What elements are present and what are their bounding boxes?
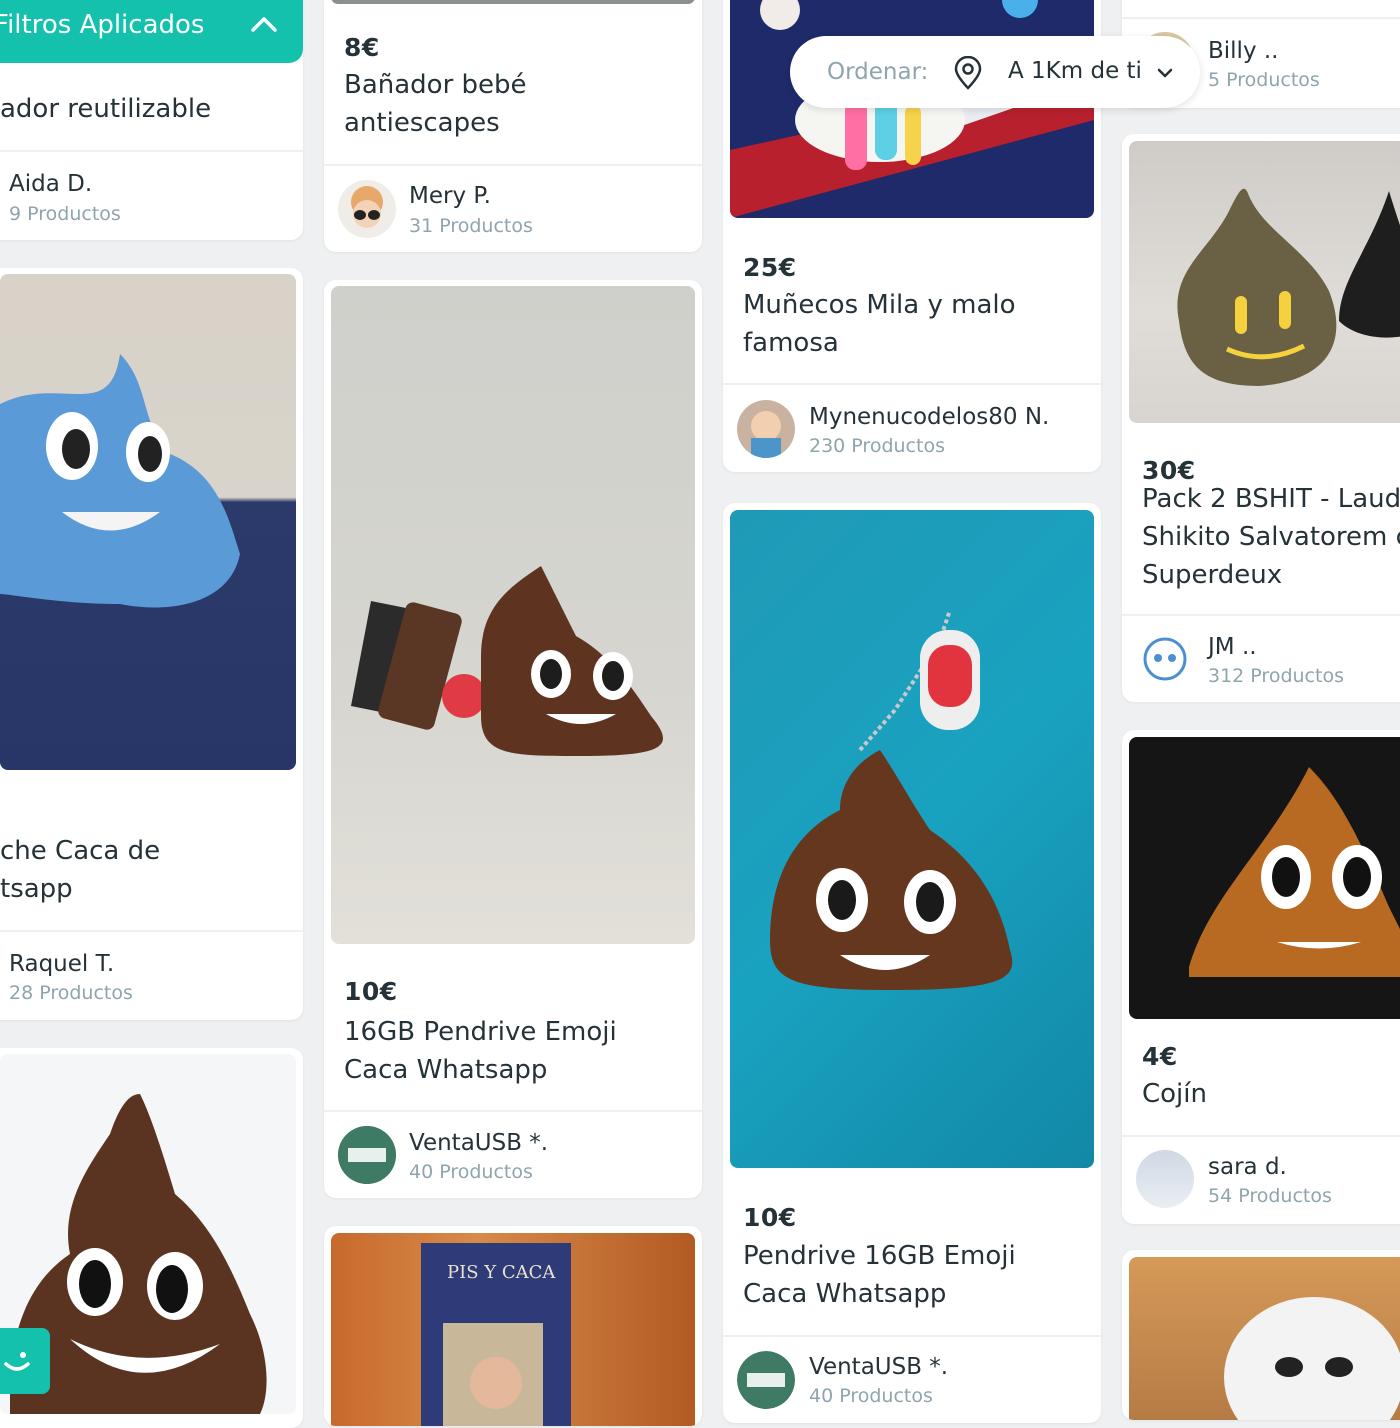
seller-avatar[interactable] (737, 1351, 795, 1409)
product-image[interactable] (331, 286, 695, 944)
product-title: famosa (743, 328, 839, 358)
card-divider (324, 1110, 702, 1112)
seller-product-count: 230 Productos (809, 435, 945, 457)
seller-product-count: 9 Productos (9, 203, 121, 225)
product-title: 16GB Pendrive Emoji (344, 1017, 617, 1047)
card-divider (1122, 17, 1400, 19)
product-image[interactable] (1129, 737, 1400, 1019)
sort-dropdown[interactable]: Ordenar: A 1Km de ti (790, 36, 1200, 108)
chat-button[interactable] (0, 1328, 50, 1394)
seller-avatar[interactable] (1136, 630, 1194, 688)
seller-product-count: 40 Productos (409, 1161, 533, 1183)
card-divider (0, 150, 303, 152)
seller-avatar[interactable] (1136, 1150, 1194, 1208)
card-divider (324, 164, 702, 166)
product-title: Superdeux (1142, 560, 1283, 590)
product-image[interactable] (331, 0, 695, 4)
product-card[interactable]: 10€ Pendrive 16GB Emoji Caca Whatsapp Ve… (723, 503, 1101, 1423)
sort-value: A 1Km de ti (1008, 58, 1142, 84)
seller-avatar[interactable] (338, 1126, 396, 1184)
product-card[interactable]: 4€ Cojín sara d. 54 Productos (1122, 730, 1400, 1224)
product-title: tsapp (0, 874, 73, 904)
smile-icon (0, 1344, 34, 1378)
card-divider (0, 930, 303, 932)
product-title: che Caca de (0, 836, 161, 866)
seller-avatar[interactable] (737, 400, 795, 458)
product-price: 10€ (743, 1203, 797, 1232)
filters-applied-button[interactable]: Filtros Aplicados (0, 0, 303, 63)
seller-name[interactable]: Mynenucodelos80 N. (809, 404, 1049, 430)
product-card[interactable] (1122, 1250, 1400, 1420)
seller-product-count: 40 Productos (809, 1385, 933, 1407)
product-image[interactable] (1129, 1257, 1400, 1420)
chevron-up-icon[interactable] (250, 14, 278, 34)
product-card[interactable]: 8€ Bañador bebé antiescapes Mery P. 31 P… (324, 0, 702, 252)
seller-name[interactable]: JM .. (1208, 634, 1257, 660)
sort-label: Ordenar: (827, 59, 929, 85)
product-price: 10€ (344, 977, 398, 1006)
book-title: PIS Y CACA (447, 1262, 556, 1283)
product-title: Pack 2 BSHIT - Laud (1142, 484, 1400, 514)
seller-name[interactable]: sara d. (1208, 1154, 1287, 1180)
seller-name[interactable]: Aida D. (9, 171, 92, 197)
seller-name[interactable]: VentaUSB *. (409, 1130, 548, 1156)
product-title: Shikito Salvatorem c (1142, 522, 1400, 552)
seller-product-count: 312 Productos (1208, 665, 1344, 687)
product-price: 4€ (1142, 1042, 1178, 1071)
product-title: Caca Whatsapp (743, 1279, 947, 1309)
product-title: Bañador bebé (344, 70, 527, 100)
product-card[interactable]: 10€ 16GB Pendrive Emoji Caca Whatsapp Ve… (324, 280, 702, 1198)
product-card[interactable]: 30€ Pack 2 BSHIT - Laud Shikito Salvator… (1122, 134, 1400, 702)
product-price: 25€ (743, 253, 797, 282)
product-card[interactable]: che Caca de tsapp Raquel T. 28 Productos (0, 268, 303, 1020)
product-title: antiescapes (344, 108, 500, 138)
card-divider (723, 1335, 1101, 1337)
card-divider (723, 383, 1101, 385)
seller-product-count: 31 Productos (409, 215, 533, 237)
seller-product-count: 28 Productos (9, 982, 133, 1004)
product-price: 8€ (344, 33, 380, 62)
chevron-down-icon[interactable] (1156, 66, 1174, 80)
product-image[interactable] (730, 510, 1094, 1168)
seller-name[interactable]: Billy .. (1208, 38, 1279, 64)
card-divider (1122, 614, 1400, 616)
seller-product-count: 54 Productos (1208, 1185, 1332, 1207)
product-title: ador reutilizable (0, 94, 212, 124)
product-image[interactable] (730, 0, 1094, 218)
seller-name[interactable]: Mery P. (409, 183, 491, 209)
seller-avatar[interactable] (338, 180, 396, 238)
location-pin-icon (952, 56, 984, 90)
seller-product-count: 5 Productos (1208, 69, 1320, 91)
seller-name[interactable]: VentaUSB *. (809, 1354, 948, 1380)
product-image[interactable] (0, 274, 296, 770)
filters-applied-label: Filtros Aplicados (0, 10, 205, 40)
card-divider (1122, 1135, 1400, 1137)
product-title: Cojín (1142, 1079, 1207, 1109)
seller-name[interactable]: Raquel T. (9, 951, 114, 977)
product-image[interactable] (1129, 141, 1400, 423)
product-title: Caca Whatsapp (344, 1055, 548, 1085)
product-title: Muñecos Mila y malo (743, 290, 1016, 320)
product-title: Pendrive 16GB Emoji (743, 1241, 1016, 1271)
product-card[interactable]: PIS Y CACA (324, 1226, 702, 1426)
